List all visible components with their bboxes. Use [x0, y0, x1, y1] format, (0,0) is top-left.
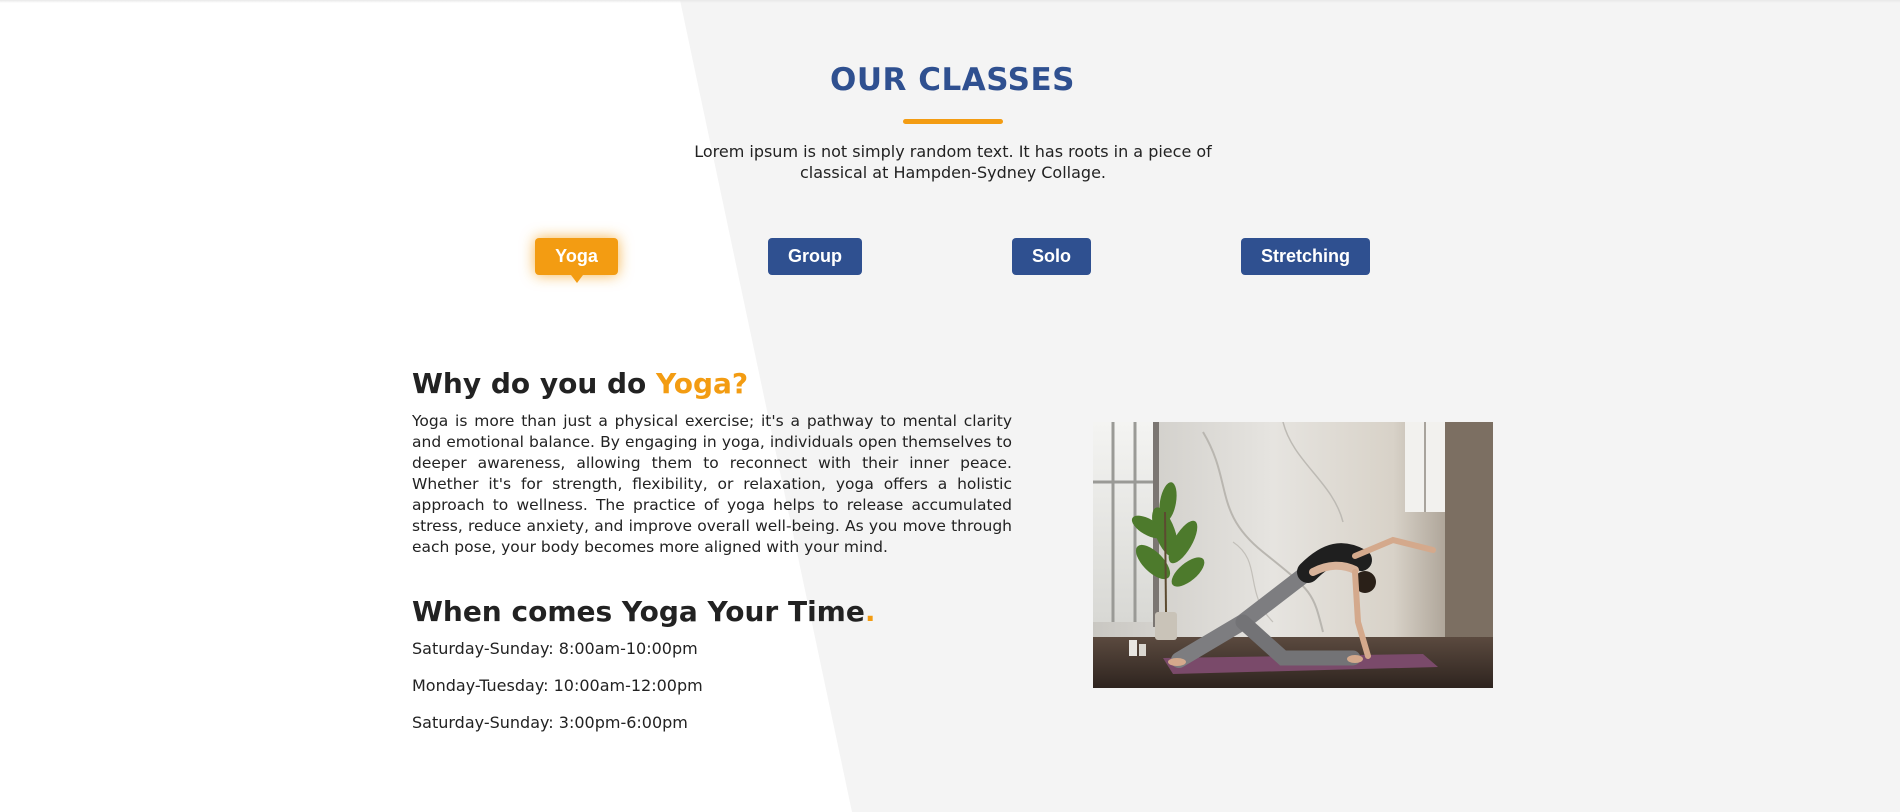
classes-section: OUR CLASSES Lorem ipsum is not simply ra… [0, 0, 1900, 812]
when-heading-dot: . [864, 595, 876, 628]
why-heading-text: Why do you do [412, 367, 657, 400]
when-heading: When comes Yoga Your Time. [412, 595, 875, 628]
schedule-item: Saturday-Sunday: 3:00pm-6:00pm [412, 713, 688, 732]
section-description: Lorem ipsum is not simply random text. I… [694, 142, 1212, 182]
tab-solo[interactable]: Solo [1012, 238, 1091, 275]
why-heading: Why do you do Yoga? [412, 367, 748, 400]
when-heading-text: When comes Yoga Your Time [412, 595, 865, 628]
why-heading-highlight: Yoga? [656, 367, 749, 400]
yoga-description: Yoga is more than just a physical exerci… [412, 412, 1012, 556]
header-shadow [0, 0, 1900, 3]
tab-stretching[interactable]: Stretching [1241, 238, 1370, 275]
tab-group[interactable]: Group [768, 238, 862, 275]
yoga-photo-illustration [1093, 422, 1493, 688]
tab-yoga[interactable]: Yoga [535, 238, 618, 283]
schedule-item: Saturday-Sunday: 8:00am-10:00pm [412, 639, 698, 658]
section-title: OUR CLASSES [830, 62, 1075, 98]
title-underline [903, 119, 1003, 124]
schedule-item: Monday-Tuesday: 10:00am-12:00pm [412, 676, 703, 695]
woman-doing-yoga-photo [1093, 422, 1493, 688]
